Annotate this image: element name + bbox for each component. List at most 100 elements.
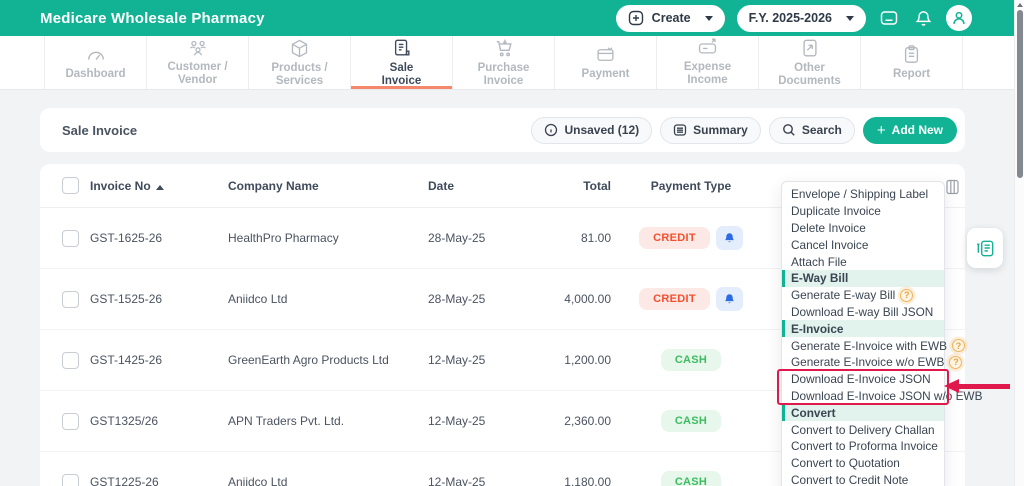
tab-sale-invoice[interactable]: Sale Invoice: [351, 36, 453, 89]
scrollbar-thumb[interactable]: [1016, 10, 1023, 178]
payment-type-badge[interactable]: CASH: [660, 471, 722, 486]
user-avatar[interactable]: [946, 5, 972, 31]
cell-date: 12-May-25: [428, 353, 486, 367]
tab-expense-income[interactable]: Expense Income: [657, 36, 759, 89]
menu-item-label: Attach File: [791, 254, 847, 269]
column-header-total[interactable]: Total: [523, 179, 611, 193]
unsaved-button[interactable]: Unsaved (12): [531, 116, 653, 144]
menu-item-label: Delete Invoice: [791, 220, 866, 235]
help-badge-icon[interactable]: ?: [900, 288, 914, 302]
tab-purchase-invoice[interactable]: Purchase Invoice: [453, 36, 555, 89]
menu-item-download-e-way-bill-json[interactable]: Download E-way Bill JSON: [782, 304, 944, 321]
tab-label: Report: [892, 68, 931, 80]
menu-item-download-e-invoice-json[interactable]: Download E-Invoice JSON: [782, 371, 944, 388]
create-button[interactable]: Create: [615, 4, 725, 32]
app-title: Medicare Wholesale Pharmacy: [40, 9, 265, 27]
column-header-invoice-no[interactable]: Invoice No: [90, 179, 228, 193]
manage-columns-icon[interactable]: [945, 179, 960, 200]
tab-report[interactable]: Report: [861, 36, 963, 89]
expense-income-icon: [696, 38, 719, 58]
payment-type-badge[interactable]: CASH: [660, 349, 722, 371]
cell-total: 81.00: [580, 231, 611, 245]
chevron-down-icon: [846, 15, 854, 21]
menu-item-label: Download E-way Bill JSON: [791, 304, 934, 319]
tab-other-documents[interactable]: Other Documents: [759, 36, 861, 89]
column-header-date[interactable]: Date: [428, 179, 523, 193]
page-toolbar: Sale Invoice Unsaved (12) Summary Search: [40, 108, 965, 152]
sort-asc-icon: [155, 184, 164, 190]
cell-date: 12-May-25: [428, 414, 486, 428]
menu-section-convert: Convert: [782, 404, 944, 422]
column-header-payment-type[interactable]: Payment Type: [611, 179, 771, 193]
add-new-button[interactable]: + Add New: [862, 116, 957, 144]
menu-item-cancel-invoice[interactable]: Cancel Invoice: [782, 236, 944, 253]
row-checkbox[interactable]: [62, 351, 79, 369]
row-checkbox[interactable]: [62, 290, 79, 308]
annotation-arrow-head: [944, 379, 959, 393]
tab-dashboard[interactable]: Dashboard: [44, 36, 147, 89]
menu-item-convert-to-proforma-invoice[interactable]: Convert to Proforma Invoice: [782, 438, 944, 455]
menu-item-label: Convert to Quotation: [791, 456, 900, 471]
products-services-icon: [289, 38, 310, 59]
payment-reminder-bell-icon[interactable]: [715, 287, 743, 311]
app-header: Medicare Wholesale Pharmacy Create F.Y. …: [0, 0, 1014, 36]
menu-item-generate-e-invoice-with-ewb[interactable]: Generate E-Invoice with EWB?: [782, 337, 966, 354]
tab-label: Dashboard: [65, 67, 126, 80]
tab-payment[interactable]: Payment: [555, 36, 657, 89]
menu-item-label: Convert to Credit Note: [791, 472, 909, 486]
scrollbar-up-arrow[interactable]: [1017, 3, 1023, 7]
menu-item-label: Generate E-Invoice w/o EWB: [791, 355, 945, 370]
cell-company: HealthPro Pharmacy: [228, 231, 339, 245]
tab-products-services[interactable]: Products / Services: [249, 36, 351, 89]
menu-item-label: E-Way Bill: [791, 271, 849, 286]
summary-button[interactable]: Summary: [660, 116, 761, 144]
other-documents-icon: [800, 38, 820, 59]
menu-item-delete-invoice[interactable]: Delete Invoice: [782, 220, 944, 237]
payment-type-badge[interactable]: CREDIT: [639, 288, 710, 310]
menu-item-generate-e-invoice-w-o-ewb[interactable]: Generate E-Invoice w/o EWB?: [782, 354, 963, 371]
unsaved-button-label: Unsaved (12): [564, 123, 640, 137]
fiscal-year-label: F.Y. 2025-2026: [748, 11, 832, 25]
menu-item-convert-to-delivery-challan[interactable]: Convert to Delivery Challan: [782, 421, 944, 438]
search-button[interactable]: Search: [768, 116, 855, 144]
cell-invoice-no: GST1325/26: [90, 414, 159, 428]
chevron-down-icon: [704, 15, 713, 21]
keypad-icon[interactable]: [878, 7, 900, 29]
fiscal-year-selector[interactable]: F.Y. 2025-2026: [736, 4, 866, 32]
cell-invoice-no: GST-1525-26: [90, 292, 163, 306]
menu-item-convert-to-quotation[interactable]: Convert to Quotation: [782, 455, 944, 472]
menu-item-label: Cancel Invoice: [791, 237, 869, 252]
row-checkbox[interactable]: [62, 412, 79, 430]
menu-item-duplicate-invoice[interactable]: Duplicate Invoice: [782, 203, 944, 220]
vertical-scrollbar[interactable]: [1014, 0, 1024, 486]
payment-type-badge[interactable]: CASH: [660, 410, 722, 432]
menu-item-label: Convert: [791, 405, 836, 420]
tab-label: Payment: [581, 67, 630, 80]
search-button-label: Search: [801, 123, 842, 137]
row-checkbox[interactable]: [62, 473, 79, 486]
select-all-checkbox[interactable]: [62, 177, 79, 194]
tab-label: Purchase Invoice: [477, 61, 530, 87]
cell-company: APN Traders Pvt. Ltd.: [228, 414, 345, 428]
purchase-invoice-icon: [493, 38, 515, 59]
menu-item-label: E-Invoice: [791, 321, 844, 336]
menu-item-download-e-invoice-json-w-o-ewb[interactable]: Download E-Invoice JSON w/o EWB: [782, 388, 982, 405]
menu-item-label: Download E-Invoice JSON: [791, 372, 931, 387]
menu-item-attach-file[interactable]: Attach File: [782, 253, 944, 270]
cell-date: 28-May-25: [428, 231, 486, 245]
menu-item-generate-e-way-bill[interactable]: Generate E-way Bill?: [782, 287, 944, 304]
notifications-bell-icon[interactable]: [912, 7, 934, 29]
row-checkbox[interactable]: [62, 229, 79, 247]
menu-item-label: Envelope / Shipping Label: [791, 187, 929, 202]
ledger-shortcut-button[interactable]: [967, 228, 1003, 268]
menu-item-label: Generate E-Invoice with EWB: [791, 338, 948, 353]
column-header-company-name[interactable]: Company Name: [228, 179, 428, 193]
payment-type-badge[interactable]: CREDIT: [639, 227, 710, 249]
payment-reminder-bell-icon[interactable]: [715, 226, 743, 250]
tab-label: Customer / Vendor: [167, 61, 228, 86]
menu-item-convert-to-credit-note[interactable]: Convert to Credit Note: [782, 472, 944, 486]
tab-customer-vendor[interactable]: Customer / Vendor: [147, 36, 249, 89]
search-icon: [782, 123, 796, 137]
menu-item-envelope-shipping-label[interactable]: Envelope / Shipping Label: [782, 186, 944, 203]
sale-invoice-icon: [392, 38, 412, 59]
